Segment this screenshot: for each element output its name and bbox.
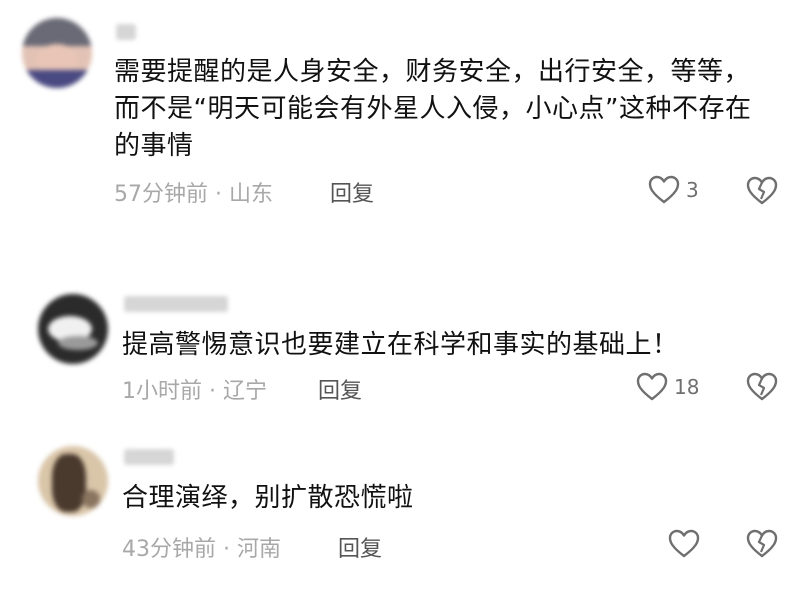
comment-meta: 1小时前 · 辽宁 xyxy=(122,373,267,405)
comment-text: 需要提醒的是人身安全，财务安全，出行安全，等等，而不是“明天可能会有外星人入侵，… xyxy=(114,57,752,161)
like-button[interactable] xyxy=(668,529,706,559)
dislike-button[interactable] xyxy=(746,176,778,206)
comment-meta: 57分钟前 · 山东 xyxy=(114,176,273,208)
like-button[interactable]: 3 xyxy=(648,175,699,205)
comment-location: 河南 xyxy=(237,537,282,562)
comment-location: 山东 xyxy=(229,182,274,207)
meta-separator: · xyxy=(223,537,230,562)
heart-icon xyxy=(668,529,700,559)
username[interactable] xyxy=(124,296,228,312)
broken-heart-icon xyxy=(746,176,778,206)
heart-icon xyxy=(648,175,680,205)
comment-time: 57分钟前 xyxy=(114,182,208,207)
avatar[interactable] xyxy=(22,18,92,88)
comment-text: 提高警惕意识也要建立在科学和事实的基础上！ xyxy=(122,330,679,360)
comment-text: 合理演绎，别扩散恐慌啦 xyxy=(122,483,414,513)
comment-meta: 43分钟前 · 河南 xyxy=(122,531,281,563)
comment-location: 辽宁 xyxy=(223,379,268,404)
heart-icon xyxy=(636,372,668,402)
comment-time: 1小时前 xyxy=(122,379,202,404)
dislike-button[interactable] xyxy=(746,372,778,402)
reply-button[interactable]: 回复 xyxy=(338,531,382,563)
meta-separator: · xyxy=(209,379,216,404)
broken-heart-icon xyxy=(746,372,778,402)
dislike-button[interactable] xyxy=(746,529,778,559)
username[interactable] xyxy=(124,449,174,465)
reply-button[interactable]: 回复 xyxy=(318,373,362,405)
username[interactable] xyxy=(116,24,136,40)
meta-separator: · xyxy=(215,182,222,207)
avatar[interactable] xyxy=(38,446,108,516)
comment-time: 43分钟前 xyxy=(122,537,216,562)
like-button[interactable]: 18 xyxy=(636,372,699,402)
broken-heart-icon xyxy=(746,529,778,559)
like-count: 18 xyxy=(674,375,700,399)
like-count: 3 xyxy=(686,178,699,202)
reply-button[interactable]: 回复 xyxy=(330,176,374,208)
avatar[interactable] xyxy=(38,294,108,364)
